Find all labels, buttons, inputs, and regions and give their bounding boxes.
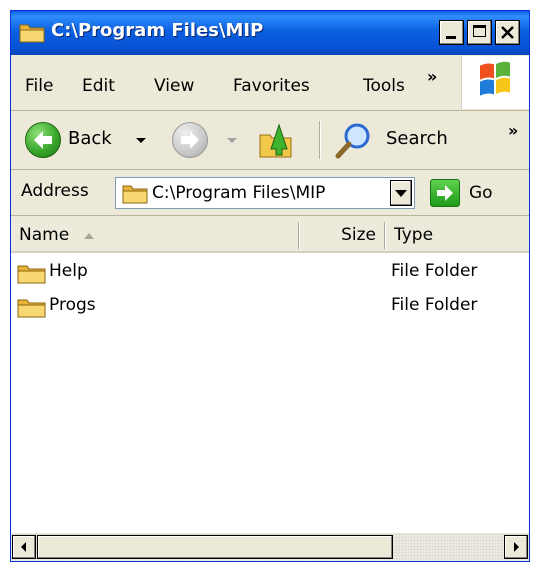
standard-toolbar: Back Search »: [11, 111, 529, 170]
column-name-label: Name: [19, 225, 70, 245]
explorer-window: C:\Program Files\MIP File Edit View Favo…: [10, 10, 530, 562]
file-list[interactable]: Help File Folder Progs File Folder: [11, 253, 529, 533]
minimize-button[interactable]: [439, 20, 464, 45]
minimize-icon: [446, 36, 456, 39]
address-dropdown-button[interactable]: [390, 180, 412, 206]
menu-favorites[interactable]: Favorites: [233, 76, 310, 96]
column-header-type[interactable]: Type: [386, 220, 529, 251]
address-value: C:\Program Files\MIP: [152, 183, 326, 203]
back-arrow-icon: [34, 131, 52, 149]
back-dropdown-icon[interactable]: [136, 138, 146, 143]
scroll-right-button[interactable]: [504, 535, 528, 559]
toolbar-separator: [319, 121, 321, 159]
windows-flag-icon: [461, 56, 529, 109]
chevron-left-icon: [21, 542, 26, 552]
search-label[interactable]: Search: [386, 128, 448, 149]
back-label[interactable]: Back: [68, 128, 112, 149]
close-button[interactable]: [495, 20, 520, 45]
folder-icon: [17, 296, 47, 323]
column-header-size[interactable]: Size: [300, 220, 384, 251]
maximize-button[interactable]: [467, 20, 492, 45]
file-name: Progs: [49, 295, 96, 315]
chevron-right-icon: [514, 542, 519, 552]
forward-arrow-icon: [181, 131, 199, 149]
go-button[interactable]: [430, 179, 460, 207]
toolbar-overflow-chevron-icon[interactable]: »: [508, 121, 518, 140]
maximize-icon: [473, 25, 486, 37]
menu-bar: File Edit View Favorites Tools »: [11, 55, 529, 111]
horizontal-scrollbar[interactable]: [11, 533, 529, 561]
address-folder-icon: [122, 182, 148, 209]
back-button[interactable]: [25, 122, 61, 158]
menu-edit[interactable]: Edit: [82, 76, 115, 96]
file-name: Help: [49, 261, 88, 281]
column-type-label: Type: [394, 225, 434, 245]
list-item[interactable]: Help File Folder: [11, 257, 529, 285]
go-arrow-icon: [437, 185, 453, 201]
go-label[interactable]: Go: [469, 183, 493, 203]
menu-file[interactable]: File: [25, 76, 53, 96]
sort-ascending-icon: [84, 233, 94, 239]
up-folder-icon[interactable]: [257, 119, 297, 166]
list-item[interactable]: Progs File Folder: [11, 291, 529, 319]
column-size-label: Size: [341, 225, 376, 245]
magnifier-icon[interactable]: [333, 121, 373, 166]
folder-icon: [19, 21, 45, 48]
column-headers: Name Size Type: [11, 220, 529, 253]
menu-overflow-chevron-icon[interactable]: »: [427, 67, 437, 86]
menu-tools[interactable]: Tools: [363, 76, 405, 96]
scroll-left-button[interactable]: [12, 535, 36, 559]
file-type: File Folder: [391, 261, 478, 281]
menu-view[interactable]: View: [154, 76, 194, 96]
column-header-name[interactable]: Name: [11, 220, 298, 251]
forward-button[interactable]: [172, 122, 208, 158]
address-bar: Address C:\Program Files\MIP Go: [11, 170, 529, 216]
folder-icon: [17, 262, 47, 289]
close-icon: [501, 26, 514, 39]
chevron-down-icon: [395, 190, 407, 197]
title-bar[interactable]: C:\Program Files\MIP: [11, 11, 529, 55]
address-input[interactable]: C:\Program Files\MIP: [115, 177, 415, 209]
file-type: File Folder: [391, 295, 478, 315]
window-title: C:\Program Files\MIP: [51, 20, 264, 41]
scroll-thumb[interactable]: [37, 535, 393, 559]
forward-dropdown-icon[interactable]: [227, 138, 237, 143]
address-label: Address: [21, 181, 89, 201]
